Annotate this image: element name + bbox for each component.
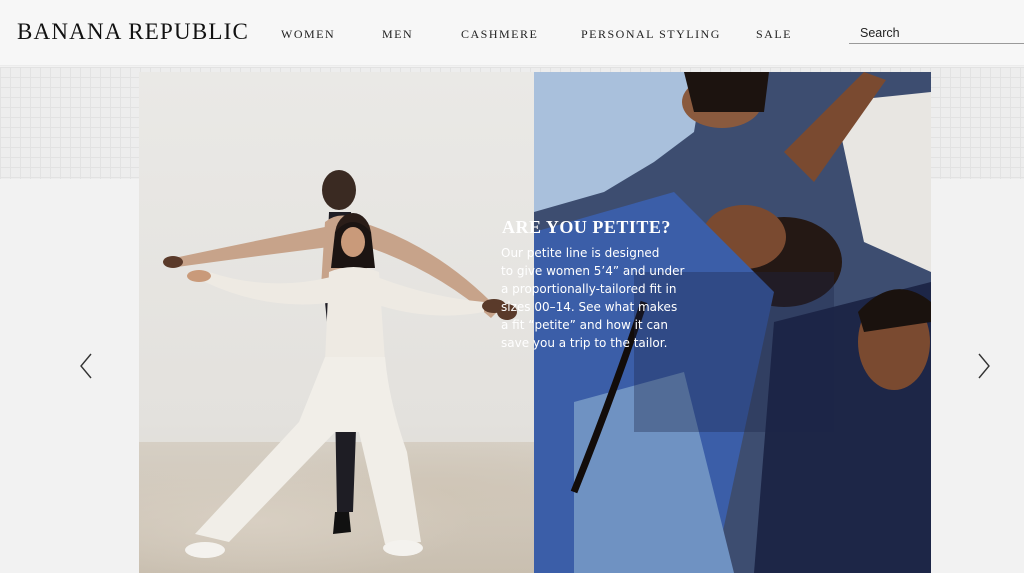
hero-photo-left (139, 72, 534, 573)
nav-item-women[interactable]: WOMEN (281, 27, 335, 42)
models-illustration-left (163, 170, 517, 558)
promo-line: a proportionally-tailored fit in (501, 282, 677, 296)
carousel-next-button[interactable] (977, 352, 991, 380)
brand-logo[interactable]: BANANA REPUBLIC (17, 19, 249, 45)
carousel-prev-button[interactable] (79, 352, 93, 380)
promo-line: to give women 5’4” and under (501, 264, 685, 278)
promo-line: Our petite line is designed (501, 246, 660, 260)
site-header: BANANA REPUBLIC WOMEN MEN CASHMERE PERSO… (0, 0, 1024, 66)
promo-line: save you a trip to the tailor. (501, 336, 668, 350)
search-input[interactable] (849, 22, 1024, 44)
nav-item-sale[interactable]: SALE (756, 27, 792, 42)
nav-item-personal-styling[interactable]: PERSONAL STYLING (581, 27, 721, 42)
promo-line: sizes 00–14. See what makes (501, 300, 678, 314)
promo-title[interactable]: ARE YOU PETITE? (502, 217, 671, 238)
chevron-left-icon (80, 353, 92, 379)
promo-line: a fit “petite” and how it can (501, 318, 668, 332)
promo-body: Our petite line is designed to give wome… (501, 244, 701, 352)
nav-item-men[interactable]: MEN (382, 27, 413, 42)
nav-item-cashmere[interactable]: CASHMERE (461, 27, 538, 42)
chevron-right-icon (978, 353, 990, 379)
